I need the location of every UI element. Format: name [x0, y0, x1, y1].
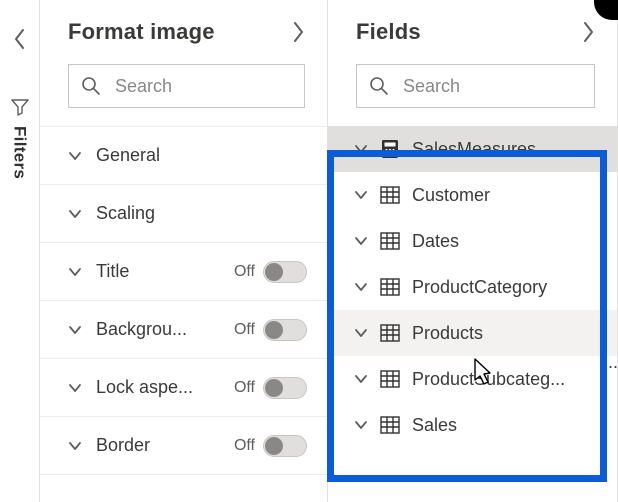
format-section-row[interactable]: Scaling — [40, 185, 327, 243]
table-icon — [380, 323, 400, 343]
toggle-switch[interactable] — [263, 319, 307, 341]
fields-table-row[interactable]: Customer — [328, 172, 617, 218]
chevron-down-icon — [354, 372, 368, 386]
format-section-label: Lock aspe... — [96, 377, 220, 398]
format-pane-title: Format image — [68, 19, 215, 45]
chevron-down-icon — [68, 207, 82, 221]
chevron-down-icon — [68, 439, 82, 453]
chevron-down-icon — [354, 142, 368, 156]
fields-table-label: ProductCategory — [412, 277, 547, 298]
format-section-row[interactable]: Border Off — [40, 417, 327, 475]
fields-table-label: Customer — [412, 185, 490, 206]
fields-search-wrap — [328, 64, 617, 126]
format-section-row[interactable]: Backgrou... Off — [40, 301, 327, 359]
fields-table-row[interactable]: Sales — [328, 402, 617, 448]
format-section-label: Title — [96, 261, 220, 282]
toggle-switch[interactable] — [263, 261, 307, 283]
format-section-row[interactable]: General — [40, 127, 327, 185]
fields-search-input[interactable] — [401, 75, 582, 98]
search-icon — [81, 76, 101, 96]
format-pane-header: Format image — [40, 0, 327, 64]
fields-table-label: SalesMeasures — [412, 139, 536, 160]
table-icon — [380, 277, 400, 297]
toggle[interactable]: Off — [234, 435, 307, 457]
table-icon — [380, 185, 400, 205]
chevron-down-icon — [354, 280, 368, 294]
fields-search-box[interactable] — [356, 64, 595, 108]
chevron-left-icon[interactable] — [13, 28, 27, 50]
fields-pane: Fields SalesMeasures Customer Dates Product… — [328, 0, 618, 502]
toggle-state-label: Off — [234, 263, 255, 281]
fields-table-list: SalesMeasures Customer Dates ProductCategor… — [328, 126, 617, 448]
funnel-icon — [11, 98, 29, 116]
format-section-row[interactable]: Title Off — [40, 243, 327, 301]
toggle-state-label: Off — [234, 379, 255, 397]
format-section-label: Scaling — [96, 203, 307, 224]
chevron-down-icon — [68, 149, 82, 163]
search-icon — [369, 76, 389, 96]
fields-table-row[interactable]: Dates — [328, 218, 617, 264]
fields-table-row[interactable]: Products — [328, 310, 617, 356]
chevron-right-icon[interactable] — [581, 21, 595, 43]
fields-table-row[interactable]: ProductCategory — [328, 264, 617, 310]
fields-table-row[interactable]: ProductSubcateg... — [328, 356, 617, 402]
format-search-box[interactable] — [68, 64, 305, 108]
toggle[interactable]: Off — [234, 319, 307, 341]
toggle-state-label: Off — [234, 321, 255, 339]
fields-table-label: Sales — [412, 415, 457, 436]
table-icon — [380, 369, 400, 389]
format-section-label: Border — [96, 435, 220, 456]
chevron-down-icon — [354, 418, 368, 432]
app-root: Filters Format image General Scaling Title… — [0, 0, 618, 502]
format-section-label: General — [96, 145, 307, 166]
fields-pane-title: Fields — [356, 19, 421, 45]
format-pane: Format image GeneralScalingTitleOffBackg… — [40, 0, 328, 502]
chevron-down-icon — [354, 188, 368, 202]
chevron-right-icon[interactable] — [291, 21, 305, 43]
chevron-down-icon — [68, 381, 82, 395]
toggle[interactable]: Off — [234, 261, 307, 283]
chevron-down-icon — [68, 323, 82, 337]
format-section-list: GeneralScalingTitleOffBackgrou...OffLock… — [40, 126, 327, 475]
format-section-row[interactable]: Lock aspe... Off — [40, 359, 327, 417]
fields-table-row[interactable]: SalesMeasures — [328, 126, 617, 172]
chevron-down-icon — [354, 326, 368, 340]
table-icon — [380, 231, 400, 251]
chevron-down-icon — [354, 234, 368, 248]
format-section-label: Backgrou... — [96, 319, 220, 340]
format-search-input[interactable] — [113, 75, 292, 98]
filters-rail: Filters — [0, 0, 40, 502]
fields-table-label: Dates — [412, 231, 459, 252]
format-search-wrap — [40, 64, 327, 126]
measure-group-icon — [380, 139, 400, 159]
fields-table-label: ProductSubcateg... — [412, 369, 565, 390]
table-icon — [380, 415, 400, 435]
filters-rail-label[interactable]: Filters — [10, 126, 30, 179]
chevron-down-icon — [68, 265, 82, 279]
fields-pane-header: Fields — [328, 0, 617, 64]
toggle[interactable]: Off — [234, 377, 307, 399]
toggle-switch[interactable] — [263, 435, 307, 457]
fields-table-label: Products — [412, 323, 483, 344]
toggle-switch[interactable] — [263, 377, 307, 399]
toggle-state-label: Off — [234, 437, 255, 455]
